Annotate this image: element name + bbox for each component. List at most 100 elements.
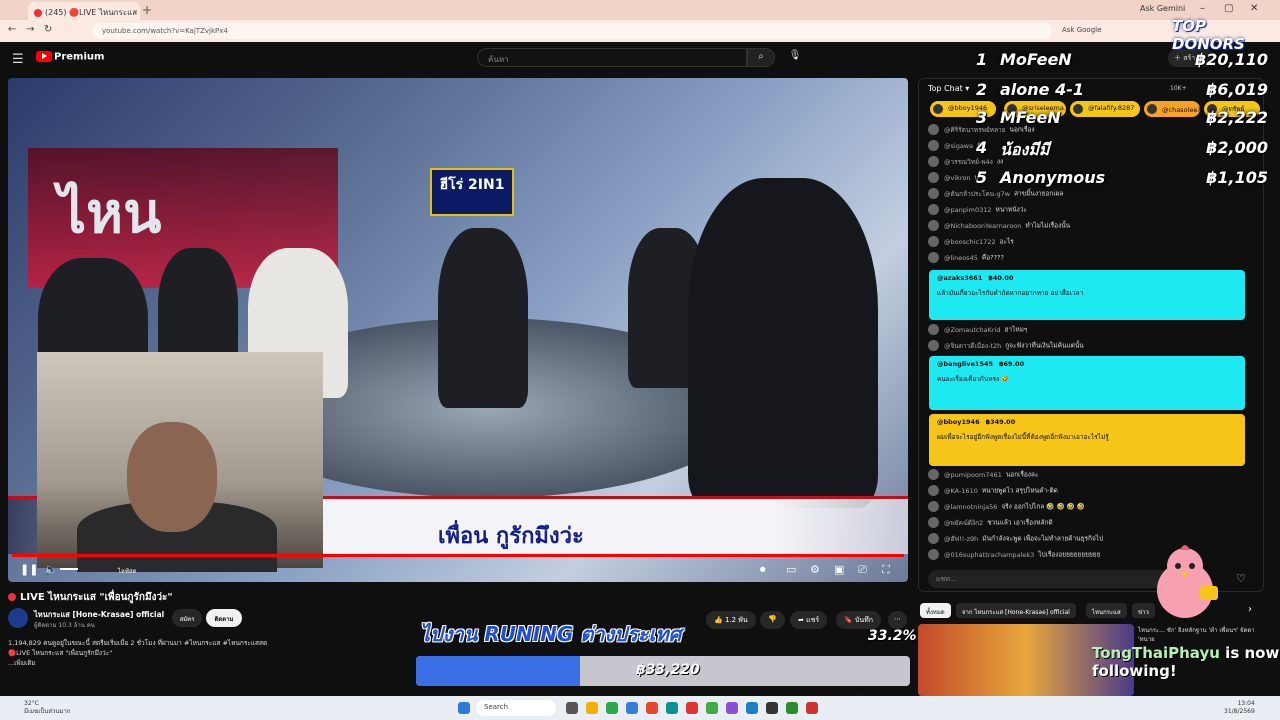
related-video-title[interactable]: ไหนกระ... ชัก' อิงหลักฐาน 'ตำ เพื่อนฯ' จ… bbox=[1138, 626, 1268, 644]
chat-author[interactable]: @วรรณวิทย์-พ4ง bbox=[944, 158, 993, 166]
app-icon[interactable] bbox=[726, 702, 738, 714]
super-chat[interactable]: @bboy1946 ฿349.00 ผมเพื่อจะไรอยู่อีกฟังพูด… bbox=[929, 414, 1245, 466]
chat-author[interactable]: @lamnotninja56 bbox=[944, 503, 997, 511]
save-button[interactable]: 🔖 บันทึก bbox=[836, 611, 882, 629]
app-icon[interactable] bbox=[646, 702, 658, 714]
youtube-logo[interactable]: Premium bbox=[36, 51, 104, 63]
mic-icon[interactable]: 🎙 bbox=[786, 50, 804, 66]
url-field[interactable]: youtube.com/watch?v=KajTZvjkPx4 bbox=[92, 23, 1052, 39]
taskbar-clock[interactable]: 13:04 31/8/2569 bbox=[1224, 700, 1255, 716]
chat-message[interactable]: @lamnotninja56 จริง ออกไปไกล 🤣 🤣 🤣 🤣 bbox=[928, 501, 1085, 512]
chat-message[interactable]: @ฮ๊ฟ!!-z9h มันกำลังจะพูด เพื่อจะไม่ทำลายด… bbox=[928, 533, 1103, 544]
reload-button[interactable]: ↻ bbox=[44, 24, 52, 35]
donor-amount: ฿2,000 bbox=[1206, 138, 1268, 157]
heart-icon[interactable]: ♡ bbox=[1236, 572, 1246, 585]
chat-message[interactable]: @panpim0312 หนาหนังว่ะ bbox=[928, 204, 1027, 215]
minimize-button[interactable]: – bbox=[1200, 3, 1205, 14]
subscribe-button[interactable]: ติดตาม bbox=[206, 609, 242, 627]
chat-message[interactable]: @booschic1722 อะไร bbox=[928, 236, 1014, 247]
chat-author[interactable]: @NichaboonYearnaroon bbox=[944, 222, 1021, 230]
chat-message[interactable]: @lineos45 คือ???? bbox=[928, 252, 1004, 263]
channel-avatar[interactable] bbox=[8, 608, 28, 628]
like-button[interactable]: 👍 1.2 พัน bbox=[706, 611, 756, 629]
chat-mode-dropdown[interactable]: Top Chat ▾ bbox=[928, 84, 969, 93]
app-icon[interactable] bbox=[746, 702, 758, 714]
app-icon[interactable] bbox=[706, 702, 718, 714]
cast-icon[interactable]: ⎚ bbox=[858, 563, 867, 577]
join-button[interactable]: สมัคร bbox=[172, 609, 202, 627]
app-icon[interactable] bbox=[786, 702, 798, 714]
chat-message[interactable]: @pumipoom7461 นอกเรื่องละ bbox=[928, 469, 1038, 480]
new-tab-button[interactable]: + bbox=[142, 3, 152, 17]
super-chat-author[interactable]: @bboy1946 bbox=[937, 418, 980, 426]
menu-icon[interactable]: ☰ bbox=[12, 52, 24, 67]
chat-message[interactable]: @016suphattrachampalek3 ไปเรื่องอยยยยยยยย… bbox=[928, 549, 1100, 560]
autoplay-toggle-icon[interactable]: ⏺ bbox=[760, 563, 766, 577]
chat-author[interactable]: @พยัคฆ์ดิงิก2 bbox=[944, 519, 983, 527]
pinned-donor-chip[interactable]: @falafify.8287 bbox=[1070, 101, 1140, 117]
chat-author[interactable]: @vikron bbox=[944, 174, 971, 182]
description-more[interactable]: ...เพิ่มเติม bbox=[8, 658, 408, 668]
settings-icon[interactable]: ⚙ bbox=[810, 563, 820, 576]
back-button[interactable]: ← bbox=[8, 24, 16, 35]
app-icon[interactable] bbox=[766, 702, 778, 714]
ask-google-button[interactable]: Ask Google bbox=[1062, 26, 1101, 34]
more-actions-button[interactable]: ⋯ bbox=[888, 611, 907, 629]
volume-icon[interactable]: 🔈 bbox=[44, 563, 58, 576]
chat-message[interactable]: @vikron บ bbox=[928, 172, 979, 183]
chat-message[interactable]: @จินดาวดีเมือง-t2h กูจะฟังวาที่นเงินไม่ค้… bbox=[928, 340, 1084, 351]
chat-message[interactable]: @KA-1610 หนายพูดไว สรุปไหนคำ-ติด bbox=[928, 485, 1058, 496]
chat-author[interactable]: @booschic1722 bbox=[944, 238, 996, 246]
chat-message[interactable]: @NichaboonYearnaroon ทำไมไม่เรื่องนั้น bbox=[928, 220, 1070, 231]
chat-author[interactable]: @จินดาวดีเมือง-t2h bbox=[944, 342, 1001, 350]
captions-icon[interactable]: ▭ bbox=[786, 563, 796, 576]
app-icon[interactable] bbox=[586, 702, 598, 714]
app-icon[interactable] bbox=[626, 702, 638, 714]
chat-message[interactable]: @ต้นกล้าประโคน-g7w สาขมิ้นงายอกเผล bbox=[928, 188, 1063, 199]
chat-message[interactable]: @ZomautchaKrid ฮาไหมๆ bbox=[928, 324, 1027, 335]
search-input[interactable]: ค้นหา bbox=[477, 48, 747, 67]
windows-start-icon[interactable] bbox=[458, 702, 470, 714]
pause-icon[interactable]: ❚❚ bbox=[20, 563, 38, 576]
taskbar-search[interactable]: Search bbox=[476, 700, 556, 716]
chat-message[interactable]: @พยัคฆ์ดิงิก2 ชวนแล้ว เอาเรื่องหลักดิ bbox=[928, 517, 1053, 528]
chat-author[interactable]: @KA-1610 bbox=[944, 487, 978, 495]
close-window-button[interactable]: ✕ bbox=[1250, 3, 1258, 14]
related-filter-tab[interactable]: ทั้งหมด bbox=[920, 603, 951, 618]
chevron-right-icon[interactable]: › bbox=[1248, 604, 1252, 615]
maximize-button[interactable]: ▢ bbox=[1224, 3, 1233, 14]
miniplayer-icon[interactable]: ▣ bbox=[834, 563, 844, 576]
live-badge[interactable]: ไลฟ์สด bbox=[118, 566, 137, 576]
chat-message[interactable]: @วรรณวิทย์-พ4ง งง bbox=[928, 156, 1003, 167]
app-icon[interactable] bbox=[606, 702, 618, 714]
fullscreen-icon[interactable]: ⛶ bbox=[882, 563, 890, 577]
super-chat[interactable]: @azaks3661 ฿40.00 แล้วมันเกี่ยวอะไรกับคำถั… bbox=[929, 270, 1245, 320]
dislike-button[interactable]: 👎 bbox=[760, 611, 785, 629]
chat-author[interactable]: @ฮ๊ฟ!!-z9h bbox=[944, 535, 978, 543]
app-icon[interactable] bbox=[806, 702, 818, 714]
chat-author[interactable]: @ZomautchaKrid bbox=[944, 326, 1000, 334]
super-chat-author[interactable]: @azaks3661 bbox=[937, 274, 982, 282]
volume-slider[interactable] bbox=[60, 568, 78, 570]
chat-author[interactable]: @ศิริรัตนาทรพย์หลาย bbox=[944, 126, 1006, 134]
related-filter-tab[interactable]: จาก ไหนกระแส [Hone-Krasae] official bbox=[956, 603, 1076, 618]
chat-author[interactable]: @016suphattrachampalek3 bbox=[944, 551, 1034, 559]
forward-button[interactable]: → bbox=[26, 24, 34, 35]
related-filter-tab[interactable]: ไหนกระแส bbox=[1086, 603, 1127, 618]
share-button[interactable]: ➦ แชร์ bbox=[790, 611, 828, 629]
chat-author[interactable]: @ต้นกล้าประโคน-g7w bbox=[944, 190, 1010, 198]
super-chat-author[interactable]: @banglive1545 bbox=[937, 360, 993, 368]
super-chat[interactable]: @banglive1545 ฿69.00 คนอะเรื่องเดียวกันทรง… bbox=[929, 356, 1245, 410]
description-box[interactable]: 1,194,829 คนดูอยู่ในขณะนี้ สตรีมเริ่มเมื… bbox=[8, 638, 408, 674]
app-icon[interactable] bbox=[666, 702, 678, 714]
browser-tab[interactable]: (245) 🔴LIVE ไหนกระแส "เพื่อ bbox=[28, 2, 140, 20]
chat-author[interactable]: @lineos45 bbox=[944, 254, 978, 262]
chat-author[interactable]: @pumipoom7461 bbox=[944, 471, 1002, 479]
ask-gemini-button[interactable]: Ask Gemini bbox=[1140, 4, 1185, 13]
search-icon[interactable]: ⌕ bbox=[747, 48, 775, 67]
chat-author[interactable]: @sigawa bbox=[944, 142, 973, 150]
weather-widget[interactable]: 32°C มีเมฆเป็นส่วนมาก bbox=[24, 700, 70, 716]
app-icon[interactable] bbox=[686, 702, 698, 714]
chat-author[interactable]: @panpim0312 bbox=[944, 206, 992, 214]
app-icon[interactable] bbox=[566, 702, 578, 714]
